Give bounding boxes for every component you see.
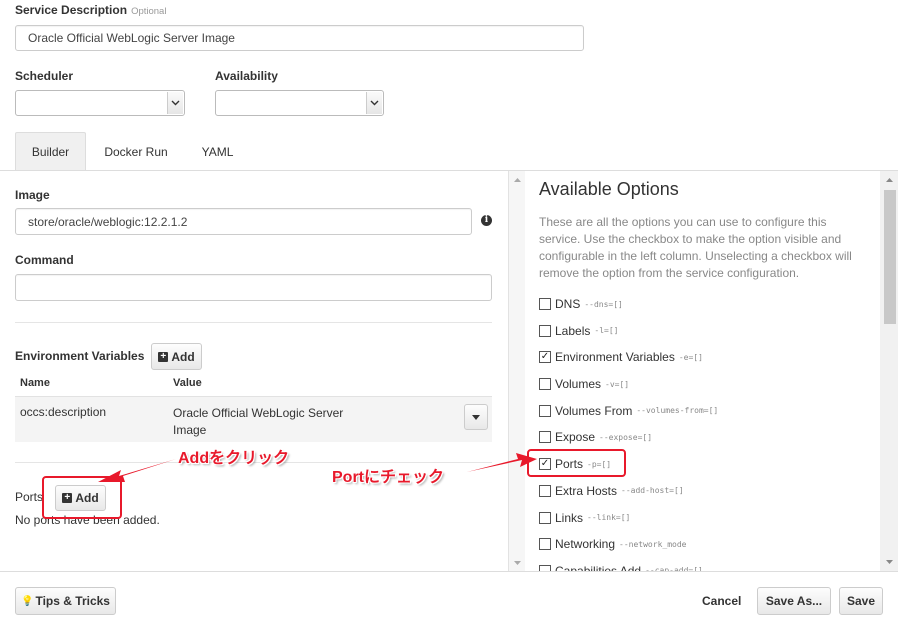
arrow-to-add — [98, 459, 176, 482]
arrow-to-ports — [467, 453, 537, 472]
annotation-add-click: Addをクリック — [178, 450, 290, 467]
annotation-port-check: Portにチェック — [332, 469, 445, 486]
annotation-arrows — [98, 453, 537, 482]
